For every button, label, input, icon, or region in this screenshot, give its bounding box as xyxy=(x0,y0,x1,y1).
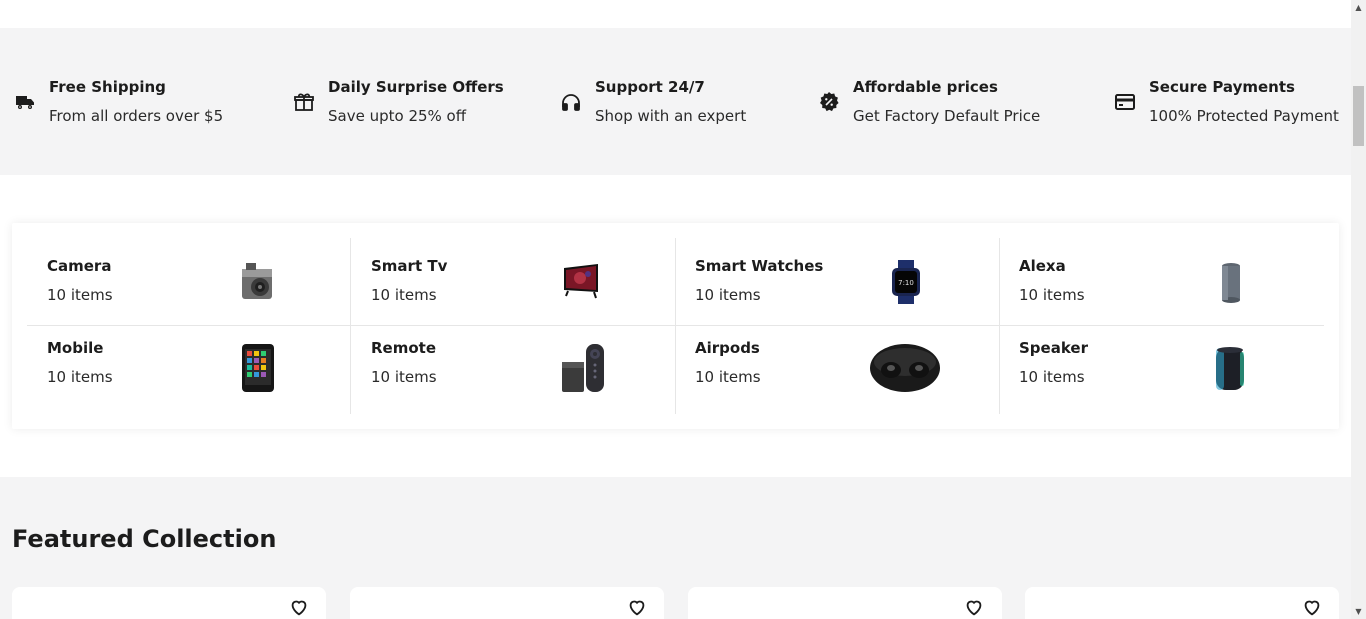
service-subtitle: Get Factory Default Price xyxy=(853,107,1041,125)
category-name: Camera xyxy=(47,257,112,275)
category-name: Mobile xyxy=(47,339,104,357)
category-count: 10 items xyxy=(695,368,761,386)
category-count: 10 items xyxy=(371,368,437,386)
scrollbar-thumb[interactable] xyxy=(1353,86,1364,146)
section-title: Featured Collection xyxy=(12,525,277,553)
page: Free Shipping From all orders over $5 Da… xyxy=(0,0,1366,619)
service-title: Free Shipping xyxy=(49,78,166,96)
category-count: 10 items xyxy=(695,286,761,304)
alexa-speaker-image xyxy=(1222,263,1240,303)
service-daily-offers: Daily Surprise Offers Save upto 25% off xyxy=(291,28,504,175)
product-card[interactable] xyxy=(1025,587,1339,619)
credit-card-icon xyxy=(1112,89,1138,115)
watch-display-text: 7:10 xyxy=(898,279,914,287)
service-title: Support 24/7 xyxy=(595,78,705,96)
category-count: 10 items xyxy=(47,286,113,304)
category-camera[interactable]: Camera 10 items xyxy=(12,238,336,325)
service-secure-payments: Secure Payments 100% Protected Payment xyxy=(1112,28,1339,175)
service-support: Support 24/7 Shop with an expert xyxy=(558,28,746,175)
category-alexa[interactable]: Alexa 10 items xyxy=(984,238,1308,325)
service-subtitle: From all orders over $5 xyxy=(49,107,224,125)
service-title: Affordable prices xyxy=(853,78,998,96)
product-card[interactable] xyxy=(12,587,326,619)
category-mobile[interactable]: Mobile 10 items xyxy=(12,326,336,414)
smart-watch-image: 7:10 xyxy=(892,260,920,304)
scroll-down-arrow-icon[interactable]: ▼ xyxy=(1351,604,1366,619)
category-speaker[interactable]: Speaker 10 items xyxy=(984,326,1308,414)
service-title: Secure Payments xyxy=(1149,78,1295,96)
product-card[interactable] xyxy=(350,587,664,619)
scroll-up-arrow-icon[interactable]: ▲ xyxy=(1351,0,1366,15)
speaker-image xyxy=(1216,347,1244,390)
heart-icon[interactable] xyxy=(1301,596,1323,618)
category-name: Smart Tv xyxy=(371,257,448,275)
category-name: Speaker xyxy=(1019,339,1088,357)
heart-icon[interactable] xyxy=(626,596,648,618)
service-subtitle: Shop with an expert xyxy=(595,107,747,125)
category-airpods[interactable]: Airpods 10 items xyxy=(660,326,984,414)
featured-collection: Featured Collection xyxy=(0,477,1351,619)
gift-icon xyxy=(291,89,317,115)
category-count: 10 items xyxy=(47,368,113,386)
category-count: 10 items xyxy=(1019,286,1085,304)
service-title: Daily Surprise Offers xyxy=(328,78,504,96)
remote-image xyxy=(562,344,604,392)
category-count: 10 items xyxy=(371,286,437,304)
category-smart-watches[interactable]: Smart Watches 10 items 7:10 xyxy=(660,238,984,325)
airpods-image xyxy=(870,344,940,392)
service-free-shipping: Free Shipping From all orders over $5 xyxy=(12,28,223,175)
service-subtitle: 100% Protected Payment xyxy=(1149,107,1339,125)
service-affordable: Affordable prices Get Factory Default Pr… xyxy=(816,28,1040,175)
category-grid: Camera 10 items Smart Tv 10 items Smart … xyxy=(12,223,1339,429)
category-name: Remote xyxy=(371,339,437,357)
category-name: Smart Watches xyxy=(695,257,824,275)
heart-icon[interactable] xyxy=(288,596,310,618)
camera-image xyxy=(242,263,272,299)
category-remote[interactable]: Remote 10 items xyxy=(336,326,660,414)
category-name: Airpods xyxy=(695,339,760,357)
category-smart-tv[interactable]: Smart Tv 10 items xyxy=(336,238,660,325)
mobile-phone-image xyxy=(242,344,274,392)
discount-badge-icon xyxy=(816,89,842,115)
services-band: Free Shipping From all orders over $5 Da… xyxy=(0,28,1351,175)
product-card[interactable] xyxy=(688,587,1002,619)
smart-tv-image xyxy=(564,264,598,299)
headphones-icon xyxy=(558,89,584,115)
heart-icon[interactable] xyxy=(963,596,985,618)
service-subtitle: Save upto 25% off xyxy=(328,107,467,125)
category-name: Alexa xyxy=(1019,257,1066,275)
top-strip xyxy=(0,0,1351,28)
category-count: 10 items xyxy=(1019,368,1085,386)
truck-icon xyxy=(12,89,38,115)
vertical-scrollbar[interactable]: ▲ ▼ xyxy=(1351,0,1366,619)
